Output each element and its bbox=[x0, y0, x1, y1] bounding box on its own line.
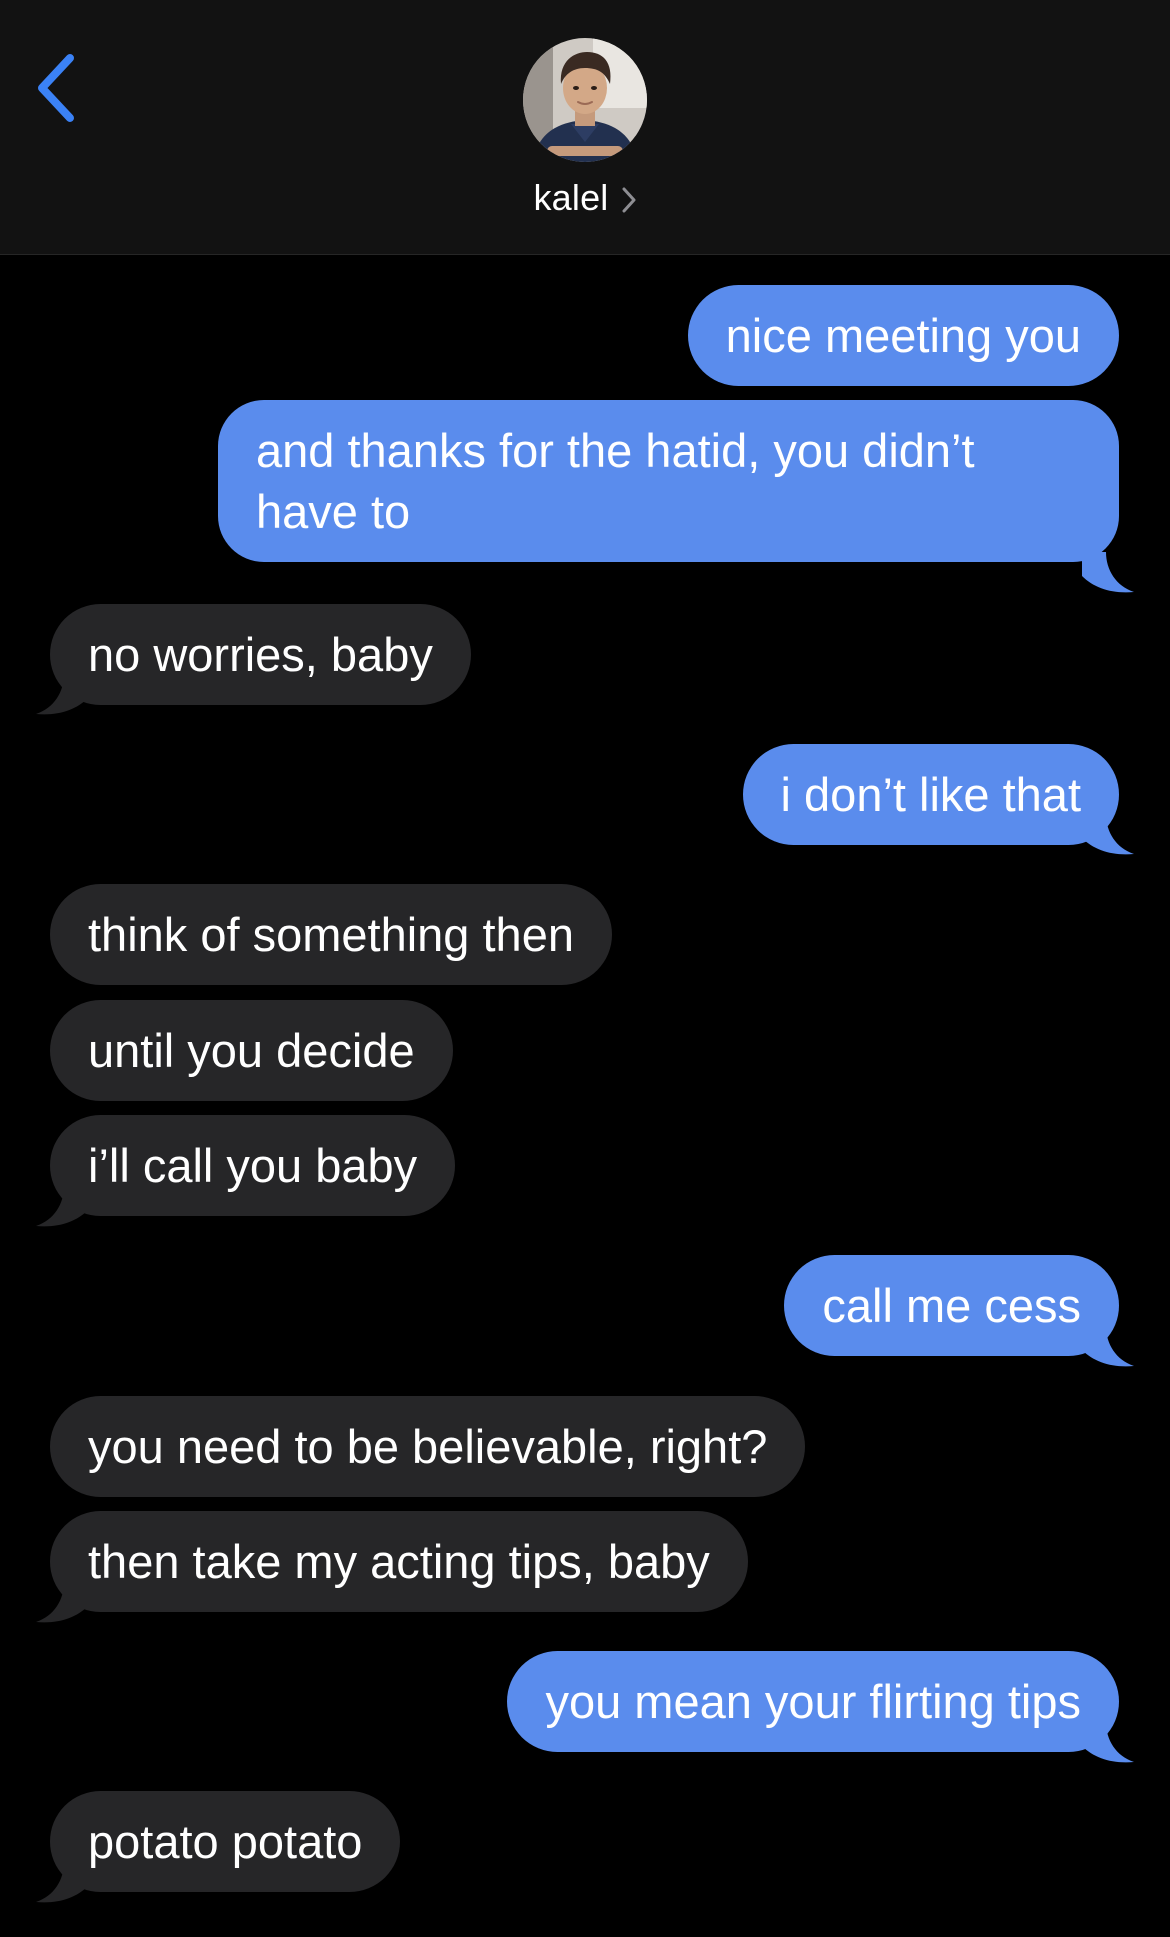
message-text: then take my acting tips, baby bbox=[88, 1535, 710, 1588]
message-bubble-incoming[interactable]: until you decide bbox=[50, 1000, 453, 1101]
message-text: think of something then bbox=[88, 908, 574, 961]
message-bubble-incoming[interactable]: potato potato bbox=[50, 1791, 401, 1892]
message-text: you need to be believable, right? bbox=[88, 1420, 768, 1473]
bubble-tail bbox=[36, 1582, 88, 1623]
bubble-tail bbox=[36, 1862, 88, 1903]
message-text: i don’t like that bbox=[780, 768, 1081, 821]
message-bubble-incoming[interactable]: no worries, baby bbox=[50, 604, 471, 705]
message-text: nice meeting you bbox=[725, 309, 1081, 362]
chevron-right-icon bbox=[622, 187, 636, 213]
message-text: you mean your flirting tips bbox=[545, 1675, 1081, 1728]
bubble-tail bbox=[1082, 552, 1134, 593]
message-text: no worries, baby bbox=[88, 628, 433, 681]
message-text: call me cess bbox=[822, 1279, 1081, 1332]
message-bubble-outgoing[interactable]: call me cess bbox=[784, 1255, 1119, 1356]
bubble-tail bbox=[1082, 1722, 1134, 1763]
message-thread: nice meeting you and thanks for the hati… bbox=[0, 254, 1170, 1937]
message-bubble-incoming[interactable]: think of something then bbox=[50, 884, 612, 985]
message-bubble-outgoing[interactable]: you mean your flirting tips bbox=[507, 1651, 1119, 1752]
bubble-tail bbox=[36, 674, 88, 715]
message-bubble-outgoing[interactable]: nice meeting you bbox=[687, 285, 1119, 386]
message-text: potato potato bbox=[88, 1815, 363, 1868]
message-bubble-incoming[interactable]: then take my acting tips, baby bbox=[50, 1511, 748, 1612]
back-button[interactable] bbox=[30, 50, 90, 126]
bubble-tail bbox=[1082, 814, 1134, 855]
contact-avatar[interactable] bbox=[523, 38, 647, 162]
bubble-tail bbox=[36, 1186, 88, 1227]
message-text: until you decide bbox=[88, 1024, 415, 1077]
message-bubble-outgoing[interactable]: i don’t like that bbox=[742, 744, 1119, 845]
chevron-left-icon bbox=[38, 54, 74, 122]
message-bubble-incoming[interactable]: you need to be believable, right? bbox=[50, 1396, 806, 1497]
message-text: and thanks for the hatid, you didn’t hav… bbox=[256, 424, 975, 538]
contact-name: kalel bbox=[533, 177, 609, 218]
avatar-photo bbox=[523, 38, 647, 162]
conversation-header: kalel bbox=[0, 0, 1170, 255]
bubble-tail bbox=[1082, 1326, 1134, 1367]
message-text: i’ll call you baby bbox=[88, 1139, 418, 1192]
message-bubble-incoming[interactable]: i’ll call you baby bbox=[50, 1115, 456, 1216]
message-bubble-outgoing[interactable]: and thanks for the hatid, you didn’t hav… bbox=[218, 400, 1119, 562]
contact-name-button[interactable]: kalel bbox=[0, 172, 1170, 224]
